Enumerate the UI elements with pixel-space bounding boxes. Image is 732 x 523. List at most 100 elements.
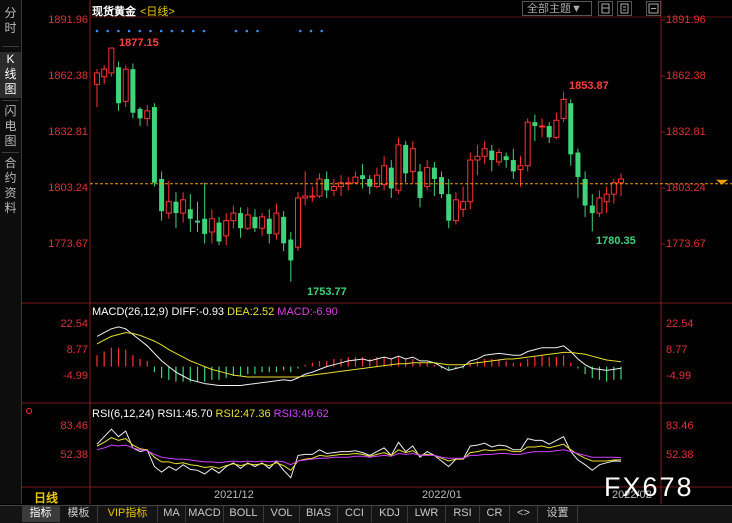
rsi3-value: RSI3:49.62 — [273, 408, 329, 420]
candle-body — [130, 69, 136, 113]
candle-body — [409, 148, 416, 172]
candle-body — [281, 216, 287, 244]
candle-body — [495, 151, 502, 163]
candle-body — [431, 167, 437, 179]
marker-dot — [181, 29, 184, 33]
watermark: FX678 — [604, 472, 694, 502]
candle-body — [589, 205, 595, 214]
candle-body — [309, 195, 316, 198]
tab-indicators[interactable]: 指标 — [22, 505, 60, 522]
candle-body — [367, 178, 373, 187]
candle-body — [546, 125, 552, 138]
candle-body — [273, 212, 280, 235]
tab-boll[interactable]: BOLL — [224, 505, 264, 522]
macd-legend: MACD(26,12,9) DIFF:-0.93 DEA:2.52 MACD:-… — [92, 306, 338, 318]
candle-body — [553, 119, 560, 138]
candle-body — [446, 194, 452, 221]
candle-body — [460, 201, 467, 210]
tab-lwr[interactable]: LWR — [408, 505, 446, 522]
y-tick-label-right: 1773.67 — [666, 238, 706, 250]
candle-body — [381, 165, 388, 186]
candle-body — [532, 122, 538, 126]
candle-body — [180, 199, 187, 214]
candle-body — [388, 167, 394, 189]
rsi2-value: RSI2:47.36 — [215, 408, 271, 420]
tab-cci[interactable]: CCI — [338, 505, 372, 522]
y-tick-label: 1832.81 — [48, 126, 88, 138]
marker-dot — [245, 29, 249, 33]
marker-dot — [138, 29, 142, 33]
candle-body — [452, 199, 459, 222]
marker-dot — [117, 29, 120, 33]
tab-vip-indicators[interactable]: VIP指标 — [98, 505, 158, 522]
candle-body — [582, 178, 588, 206]
tab-bias[interactable]: BIAS — [300, 505, 338, 522]
recent-high-price-label: 1853.87 — [569, 80, 609, 92]
tab-templates[interactable]: 模板 — [60, 505, 98, 522]
rsi-legend: RSI(6,12,24) RSI1:45.70 RSI2:47.36 RSI3:… — [92, 408, 329, 420]
date-tick-label: 2022/01 — [422, 489, 462, 501]
marker-dot — [202, 29, 206, 33]
macd-macd-value: MACD:-6.90 — [277, 306, 338, 318]
candle-body — [352, 176, 359, 184]
tab-cr[interactable]: CR — [480, 505, 510, 522]
tab-scroll-arrows[interactable]: <> — [510, 505, 538, 522]
candle-body — [165, 201, 172, 214]
macd-dea-value: DEA:2.52 — [227, 306, 275, 318]
macd-y-tick-label: 8.77 — [66, 344, 88, 356]
marker-dot — [299, 29, 302, 33]
tab-settings[interactable]: 设置 — [538, 505, 578, 522]
candle-body — [101, 68, 108, 78]
rsi2-line — [96, 437, 622, 471]
recent-low-price-label: 1780.35 — [596, 235, 636, 247]
candle-body — [324, 178, 330, 191]
tab-macd[interactable]: MACD — [186, 505, 224, 522]
tab-vol[interactable]: VOL — [264, 505, 300, 522]
marker-dot — [159, 29, 163, 33]
y-tick-label: 1773.67 — [48, 238, 88, 250]
marker-dot — [192, 29, 195, 33]
tab-rsi[interactable]: RSI — [446, 505, 480, 522]
candle-body — [560, 98, 567, 119]
candle-body — [603, 193, 610, 203]
marker-dot — [149, 29, 152, 33]
candle-body — [259, 216, 266, 229]
marker-dot — [170, 29, 174, 33]
pane-marker-icon — [26, 408, 32, 414]
chart-canvas — [22, 0, 732, 504]
candle-body — [108, 47, 115, 74]
candle-body — [230, 212, 237, 222]
tab-ma[interactable]: MA — [158, 505, 186, 522]
candle-body — [208, 218, 215, 233]
candle-body — [596, 197, 603, 214]
candle-body — [137, 108, 143, 119]
candle-body — [216, 222, 222, 242]
y-tick-label: 1862.38 — [48, 70, 88, 82]
candle-body — [122, 68, 129, 102]
candle-body — [202, 218, 208, 234]
candle-body — [238, 213, 244, 229]
marker-dot — [309, 29, 313, 33]
tab-kdj[interactable]: KDJ — [372, 505, 408, 522]
candle-body — [144, 110, 151, 119]
macd-y-tick-label-right: -4.99 — [666, 370, 692, 382]
candle-body — [568, 103, 574, 155]
candle-body — [266, 218, 272, 234]
rsi-legend-name: RSI(6,12,24) — [92, 408, 155, 420]
rsi-y-tick-label-right: 83.46 — [666, 420, 694, 432]
rsi1-value: RSI1:45.70 — [157, 408, 213, 420]
y-tick-label-right: 1832.81 — [666, 126, 706, 138]
candle-body — [223, 220, 230, 237]
candle-body — [194, 220, 200, 223]
macd-diff-value: DIFF:-0.93 — [171, 306, 225, 318]
candle-body — [116, 67, 122, 104]
candle-body — [439, 177, 445, 195]
candle-body — [94, 72, 100, 85]
candle-body — [474, 155, 481, 161]
y-tick-label-right: 1862.38 — [666, 70, 706, 82]
macd-y-tick-label-right: 8.77 — [666, 344, 688, 356]
candle-body — [517, 165, 524, 171]
rsi-y-tick-label-right: 52.38 — [666, 449, 694, 461]
macd-y-tick-label-right: 22.54 — [666, 318, 694, 330]
date-tick-label: 2021/12 — [214, 489, 254, 501]
